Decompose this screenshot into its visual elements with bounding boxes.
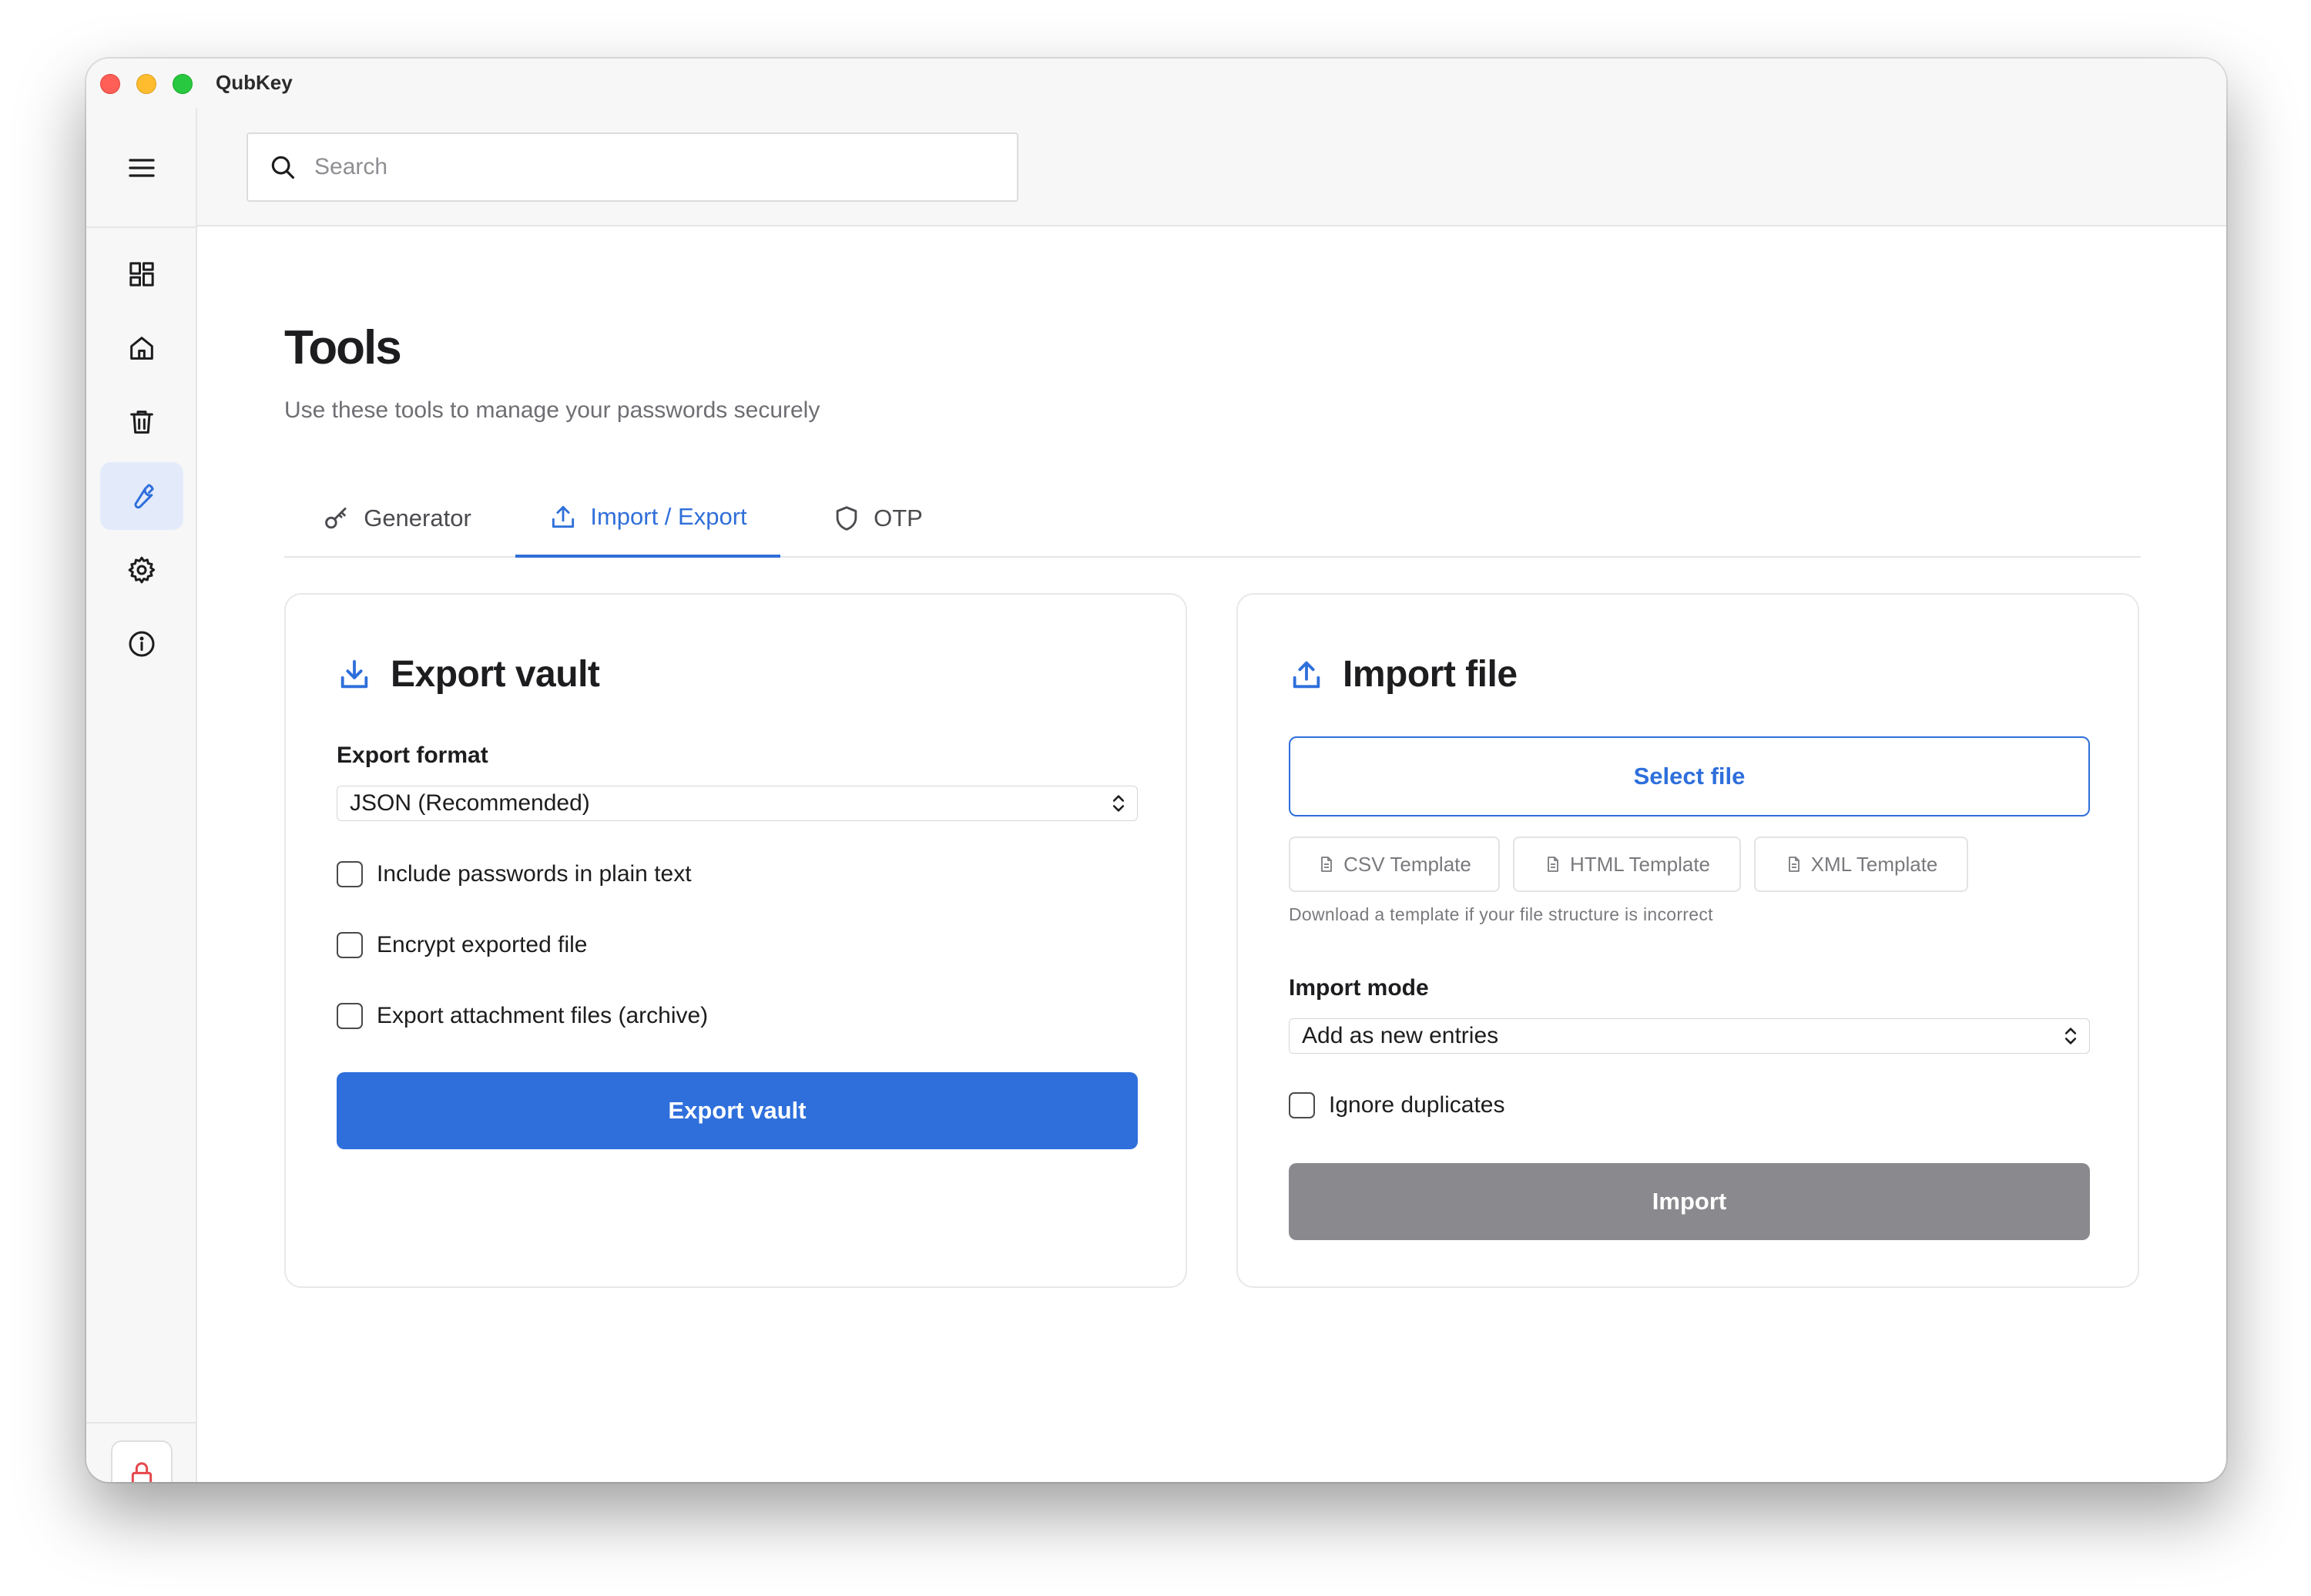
export-format-value: JSON (Recommended): [350, 790, 590, 816]
upload-icon: [552, 505, 575, 528]
option-label: Include passwords in plain text: [377, 861, 692, 887]
maximize-window-button[interactable]: [173, 74, 193, 94]
chevron-up-down-icon: [1112, 795, 1125, 812]
import-mode-value: Add as new entries: [1302, 1023, 1499, 1048]
chevron-up-down-icon: [2064, 1028, 2077, 1044]
tab-label: Generator: [364, 505, 471, 531]
page-subtitle: Use these tools to manage your passwords…: [284, 397, 820, 423]
include-plain-text-option[interactable]: Include passwords in plain text: [337, 861, 692, 887]
ignore-duplicates-checkbox[interactable]: [1289, 1092, 1315, 1118]
gear-icon: [128, 556, 156, 584]
tab-bar: Generator Import / Export OTP: [284, 479, 2141, 558]
top-bar: [197, 108, 2226, 226]
sidebar-item-dashboard[interactable]: [100, 240, 183, 308]
option-label: Export attachment files (archive): [377, 1003, 709, 1028]
search-box[interactable]: [247, 132, 1018, 202]
sidebar-item-about[interactable]: [100, 610, 183, 678]
export-attachments-option[interactable]: Export attachment files (archive): [337, 1003, 708, 1029]
lock-vault-button[interactable]: [111, 1440, 173, 1482]
document-icon: [1321, 857, 1333, 872]
sidebar: [86, 108, 197, 1482]
sidebar-divider: [86, 226, 197, 228]
key-icon: [325, 507, 347, 529]
xml-template-button[interactable]: XML Template: [1754, 837, 1968, 892]
include-plain-text-checkbox[interactable]: [337, 861, 363, 887]
lock-icon: [131, 1462, 153, 1482]
ignore-duplicates-option[interactable]: Ignore duplicates: [1289, 1092, 1505, 1118]
export-attachments-checkbox[interactable]: [337, 1003, 363, 1029]
hamburger-icon: [129, 159, 155, 177]
template-label: CSV Template: [1343, 852, 1471, 876]
app-window: QubKey Search Tools Use these tools to m…: [86, 59, 2226, 1482]
grid-icon: [129, 262, 154, 287]
sidebar-item-settings[interactable]: [100, 536, 183, 604]
close-window-button[interactable]: [100, 74, 120, 94]
export-vault-button[interactable]: Export vault: [337, 1072, 1138, 1149]
export-format-select[interactable]: JSON (Recommended): [337, 786, 1138, 821]
tab-generator[interactable]: Generator: [284, 479, 509, 558]
import-button[interactable]: Import: [1289, 1163, 2090, 1240]
wrench-icon: [134, 484, 154, 509]
option-label: Ignore duplicates: [1329, 1092, 1505, 1118]
select-file-button[interactable]: Select file: [1289, 736, 2090, 816]
tab-otp[interactable]: OTP: [808, 479, 947, 558]
shield-icon: [836, 506, 857, 531]
export-format-label: Export format: [337, 743, 488, 768]
tab-label: OTP: [874, 505, 923, 531]
html-template-button[interactable]: HTML Template: [1513, 837, 1741, 892]
export-card-header: Export vault: [337, 653, 600, 696]
search-icon: [271, 156, 295, 179]
import-card-title: Import file: [1343, 654, 1518, 695]
template-label: HTML Template: [1569, 852, 1711, 876]
export-vault-card: Export vault Export format JSON (Recomme…: [284, 593, 1187, 1288]
template-hint: Download a template if your file structu…: [1289, 904, 1713, 924]
import-mode-select[interactable]: Add as new entries: [1289, 1018, 2090, 1054]
upload-icon: [1293, 661, 1320, 688]
template-label: XML Template: [1810, 852, 1938, 876]
title-bar: QubKey: [86, 59, 2226, 108]
info-icon: [129, 631, 155, 657]
tab-import-export[interactable]: Import / Export: [515, 479, 780, 558]
import-file-card: Import file Select file CSV Template HTM…: [1236, 593, 2139, 1288]
home-icon: [130, 337, 153, 360]
import-card-header: Import file: [1289, 653, 1518, 696]
encrypt-file-checkbox[interactable]: [337, 932, 363, 958]
sidebar-item-home[interactable]: [100, 314, 183, 382]
tab-label: Import / Export: [590, 503, 747, 530]
document-icon: [1788, 857, 1799, 872]
csv-template-button[interactable]: CSV Template: [1289, 837, 1500, 892]
minimize-window-button[interactable]: [136, 74, 156, 94]
search-input[interactable]: [314, 154, 992, 180]
sidebar-item-tools[interactable]: [100, 462, 183, 530]
menu-button[interactable]: [100, 134, 183, 202]
export-card-title: Export vault: [391, 654, 600, 695]
download-icon: [340, 659, 368, 688]
option-label: Encrypt exported file: [377, 932, 588, 957]
sidebar-divider-bottom: [86, 1422, 197, 1423]
import-mode-label: Import mode: [1289, 975, 1429, 1001]
app-title: QubKey: [216, 71, 293, 94]
trash-icon: [130, 411, 153, 434]
page-title: Tools: [284, 321, 402, 374]
document-icon: [1548, 857, 1558, 872]
encrypt-file-option[interactable]: Encrypt exported file: [337, 932, 587, 958]
sidebar-item-trash[interactable]: [100, 388, 183, 456]
